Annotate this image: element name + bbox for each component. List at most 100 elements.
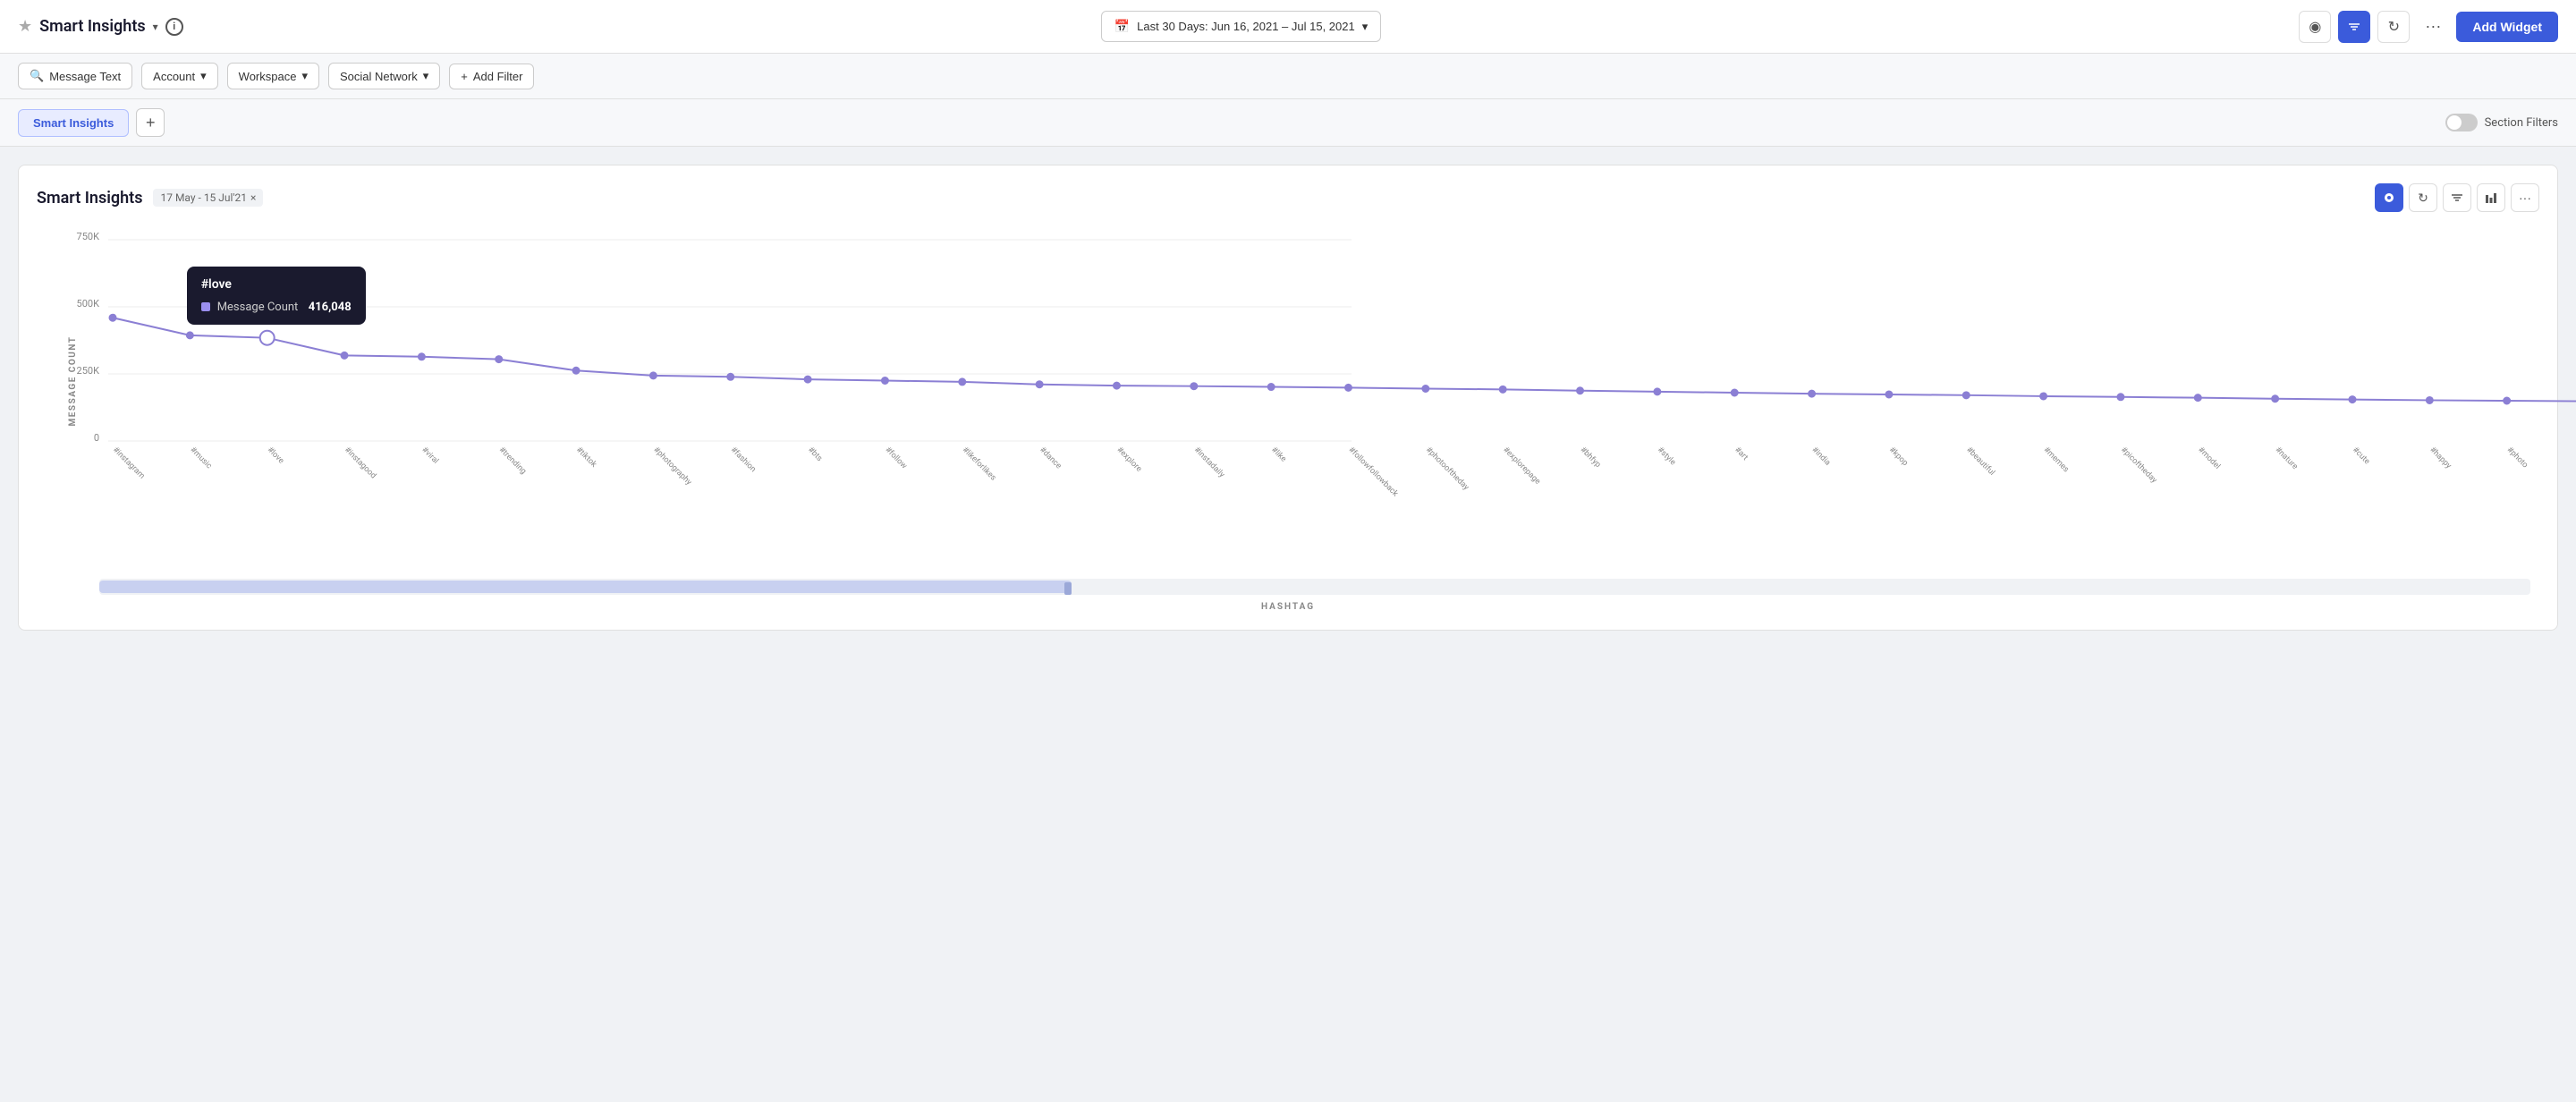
- svg-text:#viral: #viral: [419, 445, 440, 466]
- widget-refresh-button[interactable]: ↻: [2409, 183, 2437, 212]
- add-filter-plus: +: [461, 70, 468, 83]
- eye-button[interactable]: ◉: [2299, 11, 2331, 43]
- tooltip-row: Message Count 416,048: [201, 301, 352, 314]
- tooltip-value: 416,048: [309, 301, 352, 314]
- insights-icon: [2383, 191, 2395, 204]
- widget-insights-button[interactable]: [2375, 183, 2403, 212]
- x-axis-label: HASHTAG: [37, 602, 2539, 612]
- more-options-button[interactable]: ···: [2417, 11, 2449, 43]
- bar-chart-icon: [2485, 191, 2497, 204]
- svg-text:#photo: #photo: [2505, 445, 2529, 470]
- message-text-label: Message Text: [49, 70, 121, 83]
- svg-text:750K: 750K: [77, 231, 100, 242]
- date-range-label: Last 30 Days: Jun 16, 2021 – Jul 15, 202…: [1137, 20, 1355, 33]
- star-button[interactable]: ★: [18, 17, 32, 36]
- filter-button[interactable]: [2338, 11, 2370, 43]
- widget-date-text: 17 May - 15 Jul'21: [160, 191, 247, 204]
- chart-svg: 750K 500K 250K 0 #instagram#music#love#i…: [99, 226, 2539, 557]
- tooltip-hashtag: #love: [201, 277, 352, 292]
- title-dropdown-button[interactable]: ▾: [153, 21, 158, 33]
- section-filters-label: Section Filters: [2485, 116, 2558, 130]
- header-center: 📅 Last 30 Days: Jun 16, 2021 – Jul 15, 2…: [1101, 11, 1382, 42]
- workspace-arrow: ▾: [301, 69, 308, 83]
- widget-title-area: Smart Insights 17 May - 15 Jul'21 ×: [37, 189, 263, 208]
- svg-text:#india: #india: [1809, 445, 1832, 468]
- svg-text:#photography: #photography: [651, 445, 693, 487]
- widget-actions: ↻ ···: [2375, 183, 2539, 212]
- scrollbar-area[interactable]: [99, 579, 2530, 595]
- svg-text:#explorepage: #explorepage: [1501, 445, 1542, 487]
- add-tab-button[interactable]: +: [136, 108, 165, 137]
- info-icon[interactable]: i: [165, 18, 183, 36]
- svg-text:#nature: #nature: [2274, 445, 2300, 471]
- widget-filter-button[interactable]: [2443, 183, 2471, 212]
- svg-text:500K: 500K: [77, 298, 100, 309]
- account-arrow: ▾: [200, 69, 207, 83]
- svg-text:#bhfyp: #bhfyp: [1578, 445, 1602, 470]
- widget-header: Smart Insights 17 May - 15 Jul'21 × ↻: [37, 183, 2539, 212]
- svg-text:#art: #art: [1733, 445, 1750, 462]
- svg-text:#explore: #explore: [1114, 445, 1143, 474]
- svg-text:#bts: #bts: [806, 445, 824, 463]
- tabs-left: Smart Insights +: [18, 108, 165, 137]
- social-network-label: Social Network: [340, 70, 418, 83]
- svg-text:#followfollowback: #followfollowback: [1346, 445, 1400, 499]
- svg-text:0: 0: [94, 432, 99, 444]
- svg-text:#beautiful: #beautiful: [1964, 445, 1996, 478]
- svg-text:#picoftheday: #picoftheday: [2119, 445, 2159, 486]
- svg-text:#tiktok: #tiktok: [574, 445, 598, 470]
- date-range-button[interactable]: 📅 Last 30 Days: Jun 16, 2021 – Jul 15, 2…: [1101, 11, 1382, 42]
- svg-text:#love: #love: [266, 445, 286, 466]
- svg-text:#dance: #dance: [1038, 445, 1063, 470]
- refresh-button[interactable]: ↻: [2377, 11, 2410, 43]
- search-icon: 🔍: [30, 69, 44, 83]
- social-network-filter[interactable]: Social Network ▾: [328, 63, 440, 89]
- message-text-filter[interactable]: 🔍 Message Text: [18, 63, 132, 89]
- svg-text:#music: #music: [188, 445, 213, 470]
- svg-text:#follow: #follow: [883, 445, 909, 471]
- main-content: Smart Insights 17 May - 15 Jul'21 × ↻: [0, 147, 2576, 648]
- smart-insights-tab[interactable]: Smart Insights: [18, 109, 129, 137]
- widget-card: Smart Insights 17 May - 15 Jul'21 × ↻: [18, 165, 2558, 631]
- scrollbar-handle[interactable]: [1064, 582, 1072, 595]
- svg-text:#memes: #memes: [2041, 445, 2070, 474]
- svg-text:#trending: #trending: [497, 445, 528, 476]
- add-filter-button[interactable]: + Add Filter: [449, 64, 534, 89]
- add-filter-label: Add Filter: [473, 70, 523, 83]
- social-network-arrow: ▾: [423, 69, 429, 83]
- page-title: Smart Insights: [39, 17, 145, 36]
- calendar-icon: 📅: [1114, 19, 1130, 34]
- widget-date-close[interactable]: ×: [250, 191, 256, 204]
- tabs-bar: Smart Insights + Section Filters: [0, 99, 2576, 147]
- widget-title: Smart Insights: [37, 189, 142, 208]
- svg-text:#model: #model: [2196, 445, 2222, 471]
- svg-text:#cute: #cute: [2351, 445, 2371, 466]
- widget-bar-button[interactable]: [2477, 183, 2505, 212]
- scrollbar-thumb[interactable]: [99, 581, 1072, 593]
- svg-text:#fashion: #fashion: [729, 445, 758, 474]
- workspace-filter[interactable]: Workspace ▾: [227, 63, 319, 89]
- chart-area: MESSAGE COUNT 750K 500K 250K 0 #instagra…: [37, 226, 2539, 612]
- svg-text:#likeforlikes: #likeforlikes: [961, 445, 998, 483]
- widget-date-badge: 17 May - 15 Jul'21 ×: [153, 189, 263, 207]
- section-filters: Section Filters: [2445, 114, 2558, 131]
- chart-tooltip: #love Message Count 416,048: [187, 267, 366, 325]
- widget-more-button[interactable]: ···: [2511, 183, 2539, 212]
- section-filters-toggle[interactable]: [2445, 114, 2478, 131]
- tooltip-dot: [201, 302, 210, 311]
- y-axis-label: MESSAGE COUNT: [68, 335, 78, 426]
- workspace-label: Workspace: [239, 70, 297, 83]
- header-right: ◉ ↻ ··· Add Widget: [2299, 11, 2558, 43]
- svg-text:#instagood: #instagood: [343, 445, 377, 480]
- date-dropdown-arrow: ▾: [1362, 20, 1368, 34]
- svg-text:#kpop: #kpop: [1887, 445, 1910, 468]
- account-label: Account: [153, 70, 195, 83]
- widget-filter-icon: [2451, 191, 2463, 204]
- svg-text:#happy: #happy: [2428, 445, 2453, 471]
- svg-text:#instadaily: #instadaily: [1192, 445, 1227, 480]
- tooltip-label: Message Count: [217, 301, 299, 314]
- add-widget-button[interactable]: Add Widget: [2456, 12, 2558, 42]
- account-filter[interactable]: Account ▾: [141, 63, 218, 89]
- chart-container: MESSAGE COUNT 750K 500K 250K 0 #instagra…: [37, 226, 2539, 570]
- filter-bar: 🔍 Message Text Account ▾ Workspace ▾ Soc…: [0, 54, 2576, 99]
